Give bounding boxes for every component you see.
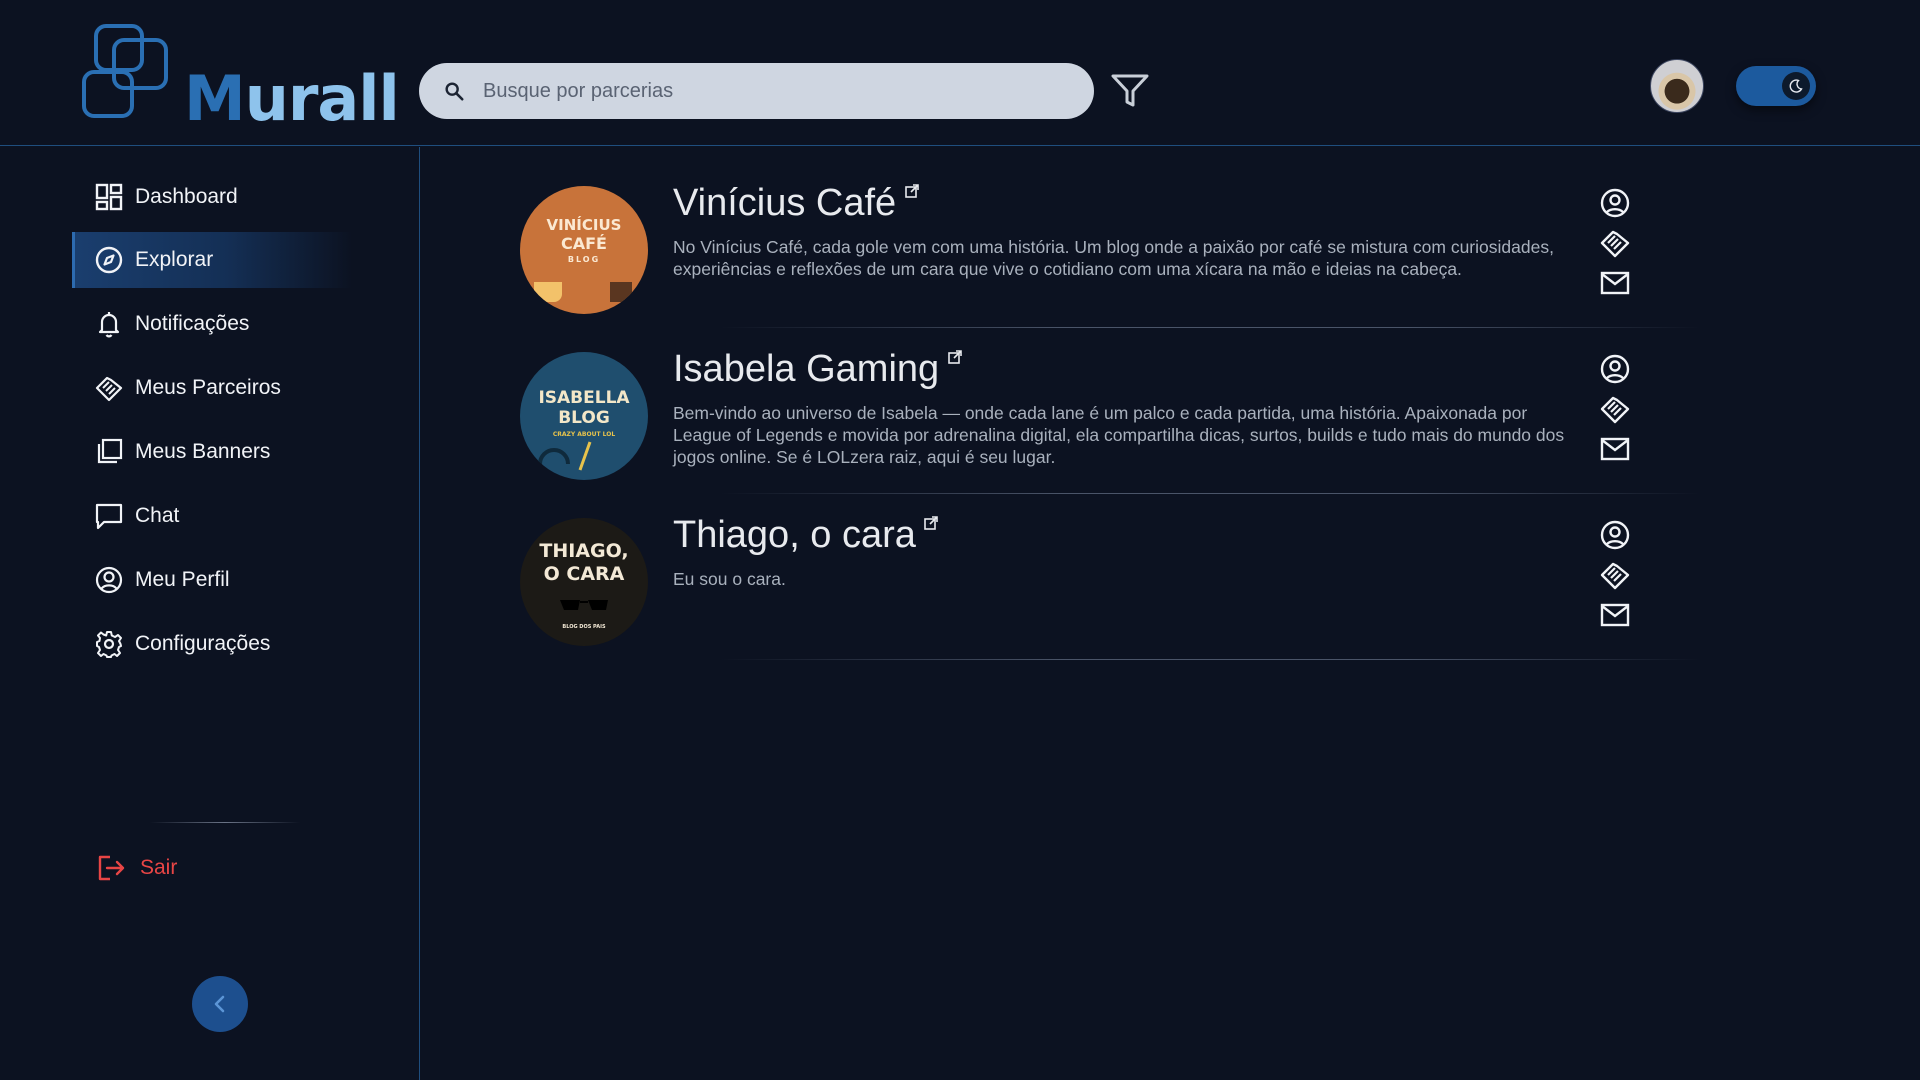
partner-title-wrap: Isabela Gaming xyxy=(673,348,962,398)
mail-icon[interactable] xyxy=(1598,432,1632,466)
card-separator xyxy=(720,659,1700,660)
sidebar-divider xyxy=(150,822,300,823)
theme-toggle[interactable] xyxy=(1736,66,1816,106)
chevron-left-icon xyxy=(214,995,225,1013)
search-input[interactable] xyxy=(483,63,1073,119)
partner-actions xyxy=(1598,352,1632,472)
partnership-icon[interactable] xyxy=(1598,558,1632,592)
dashboard-icon xyxy=(95,183,123,211)
partner-description: Eu sou o cara. xyxy=(673,569,786,589)
sidebar-item-meus-parceiros[interactable]: Meus Parceiros xyxy=(72,360,352,416)
partner-card: VINÍCIUS CAFÉ BLOG Vinícius Café No Viní… xyxy=(520,148,1700,328)
sidebar-item-label: Explorar xyxy=(135,248,214,271)
sidebar-item-meus-banners[interactable]: Meus Banners xyxy=(72,424,352,480)
collapse-sidebar-button[interactable] xyxy=(192,976,248,1032)
external-link-icon[interactable] xyxy=(904,184,919,198)
external-link-icon[interactable] xyxy=(947,350,962,364)
gaming-headset-icon xyxy=(538,441,592,471)
gear-icon xyxy=(96,631,122,658)
logout-label: Sair xyxy=(140,856,178,879)
banners-icon xyxy=(97,438,123,464)
external-link-icon[interactable] xyxy=(924,516,939,530)
mail-icon[interactable] xyxy=(1598,266,1632,300)
logo-mark-icon xyxy=(82,24,168,118)
partnership-icon[interactable] xyxy=(1598,226,1632,260)
sidebar-item-meu-perfil[interactable]: Meu Perfil xyxy=(72,552,352,608)
partner-title[interactable]: Vinícius Café xyxy=(673,182,896,224)
search-icon xyxy=(445,82,464,101)
chat-icon xyxy=(95,503,123,530)
partner-title[interactable]: Isabela Gaming xyxy=(673,348,939,390)
user-avatar[interactable] xyxy=(1650,59,1704,113)
bell-icon xyxy=(98,312,120,338)
logout-button[interactable]: Sair xyxy=(96,846,216,890)
logout-icon xyxy=(98,855,125,881)
sidebar-item-label: Notificações xyxy=(135,312,250,335)
sunglasses-icon xyxy=(560,600,608,610)
partner-card: THIAGO, O CARA BLOG DOS PAIS Thiago, o c… xyxy=(520,480,1700,660)
partner-title-wrap: Vinícius Café xyxy=(673,182,919,232)
compass-icon xyxy=(95,246,123,274)
partner-thumbnail[interactable]: THIAGO, O CARA BLOG DOS PAIS xyxy=(520,518,648,646)
partner-title-wrap: Thiago, o cara xyxy=(673,514,939,564)
partnership-icon[interactable] xyxy=(1598,392,1632,426)
partner-card: ISABELLA BLOG CRAZY ABOUT LOL Isabela Ga… xyxy=(520,314,1700,494)
filter-icon[interactable] xyxy=(1110,72,1150,110)
sidebar-item-notificacoes[interactable]: Notificações xyxy=(72,296,352,352)
partner-thumbnail[interactable]: VINÍCIUS CAFÉ BLOG xyxy=(520,186,648,314)
search-bar xyxy=(419,63,1094,119)
sidebar-item-configuracoes[interactable]: Configurações xyxy=(72,616,352,672)
top-header: Murall xyxy=(0,0,1920,146)
view-profile-icon[interactable] xyxy=(1598,352,1632,386)
sidebar-item-explorar[interactable]: Explorar xyxy=(72,232,352,288)
sidebar-item-label: Meu Perfil xyxy=(135,568,230,591)
sidebar-item-dashboard[interactable]: Dashboard xyxy=(72,169,352,225)
sidebar-item-label: Meus Parceiros xyxy=(135,376,281,399)
sidebar-item-label: Configurações xyxy=(135,632,271,655)
view-profile-icon[interactable] xyxy=(1598,518,1632,552)
murall-logo[interactable]: Murall xyxy=(80,24,400,135)
user-circle-icon xyxy=(95,566,123,594)
moon-icon xyxy=(1782,72,1810,100)
partner-thumbnail[interactable]: ISABELLA BLOG CRAZY ABOUT LOL xyxy=(520,352,648,480)
partner-description: No Vinícius Café, cada gole vem com uma … xyxy=(673,237,1554,279)
coffee-cup-icon xyxy=(534,282,632,302)
partner-actions xyxy=(1598,518,1632,638)
view-profile-icon[interactable] xyxy=(1598,186,1632,220)
partner-title[interactable]: Thiago, o cara xyxy=(673,514,916,556)
sidebar-item-label: Meus Banners xyxy=(135,440,271,463)
sidebar-item-label: Dashboard xyxy=(135,185,238,208)
sidebar: Dashboard Explorar Notificações Meus Par… xyxy=(0,147,420,1080)
partner-actions xyxy=(1598,186,1632,306)
sidebar-item-chat[interactable]: Chat xyxy=(72,488,352,544)
mail-icon[interactable] xyxy=(1598,598,1632,632)
logo-text: Murall xyxy=(184,62,400,135)
partner-description: Bem-vindo ao universo de Isabela — onde … xyxy=(673,403,1565,467)
handshake-icon xyxy=(95,376,123,402)
sidebar-item-label: Chat xyxy=(135,504,180,527)
